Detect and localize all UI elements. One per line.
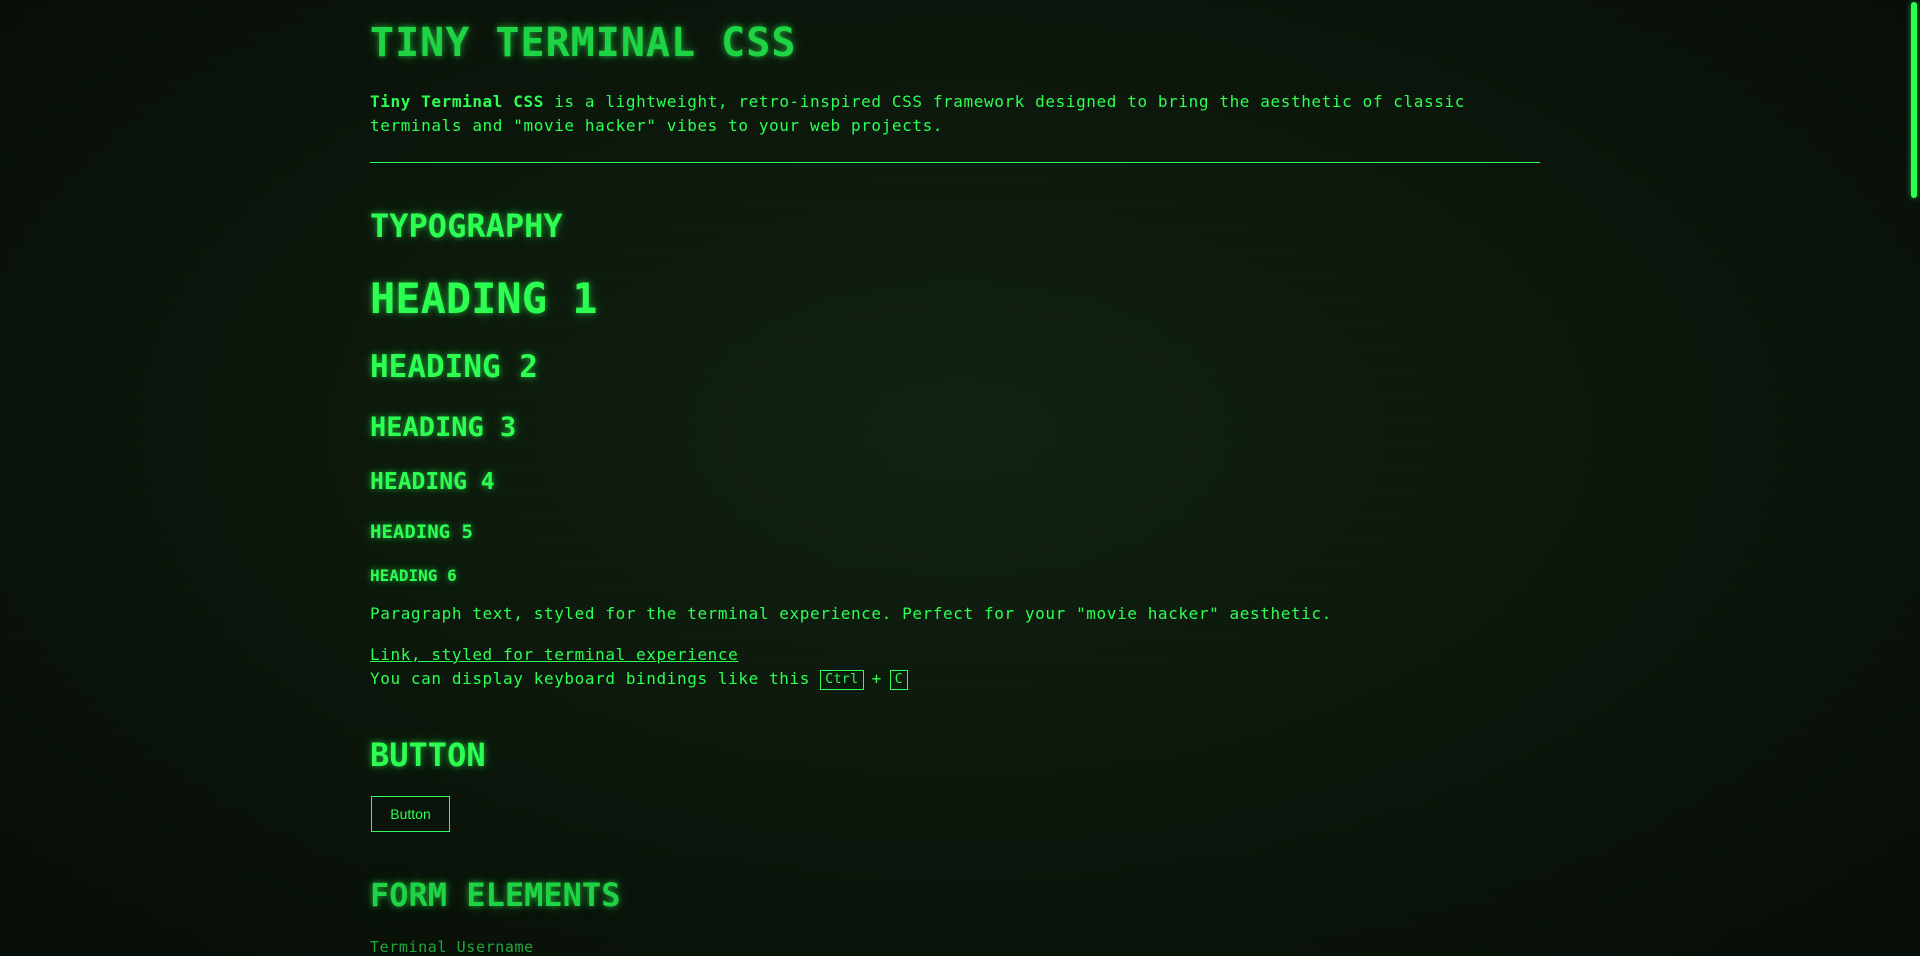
kbd-plus: + — [871, 669, 882, 688]
kbd-prefix-text: You can display keyboard bindings like t… — [370, 669, 821, 688]
heading-3-sample: HEADING 3 — [370, 412, 517, 443]
site-title: TINY TERMINAL CSS — [370, 20, 797, 66]
terminal-username-label: Terminal Username — [370, 938, 534, 956]
heading-1-sample: HEADING 1 — [370, 274, 598, 323]
keyboard-bindings-line: You can display keyboard bindings like t… — [370, 669, 909, 690]
intro-text-line1: is a lightweight, retro-inspired CSS fra… — [543, 92, 1465, 111]
intro-paragraph: Tiny Terminal CSS is a lightweight, retr… — [370, 90, 1510, 138]
crt-scanlines-overlay — [0, 0, 1920, 956]
button-section-title: BUTTON — [370, 736, 486, 774]
terminal-link[interactable]: Link, styled for terminal experience — [370, 645, 738, 664]
intro-text-line2: terminals and "movie hacker" vibes to yo… — [370, 116, 944, 135]
sample-button[interactable]: Button — [371, 796, 450, 832]
paragraph-sample: Paragraph text, styled for the terminal … — [370, 604, 1332, 623]
form-elements-section-title: FORM ELEMENTS — [370, 876, 621, 914]
kbd-c: C — [889, 669, 909, 690]
scrollbar-thumb[interactable] — [1911, 2, 1917, 198]
kbd-ctrl: Ctrl — [820, 669, 864, 690]
intro-strong: Tiny Terminal CSS — [370, 92, 544, 111]
scrollbar[interactable] — [1906, 0, 1920, 956]
heading-6-sample: HEADING 6 — [370, 566, 457, 585]
heading-2-sample: HEADING 2 — [370, 349, 538, 385]
heading-4-sample: HEADING 4 — [370, 469, 495, 495]
typography-section-title: TYPOGRAPHY — [370, 207, 563, 245]
header-divider — [370, 162, 1540, 163]
heading-5-sample: HEADING 5 — [370, 521, 473, 543]
